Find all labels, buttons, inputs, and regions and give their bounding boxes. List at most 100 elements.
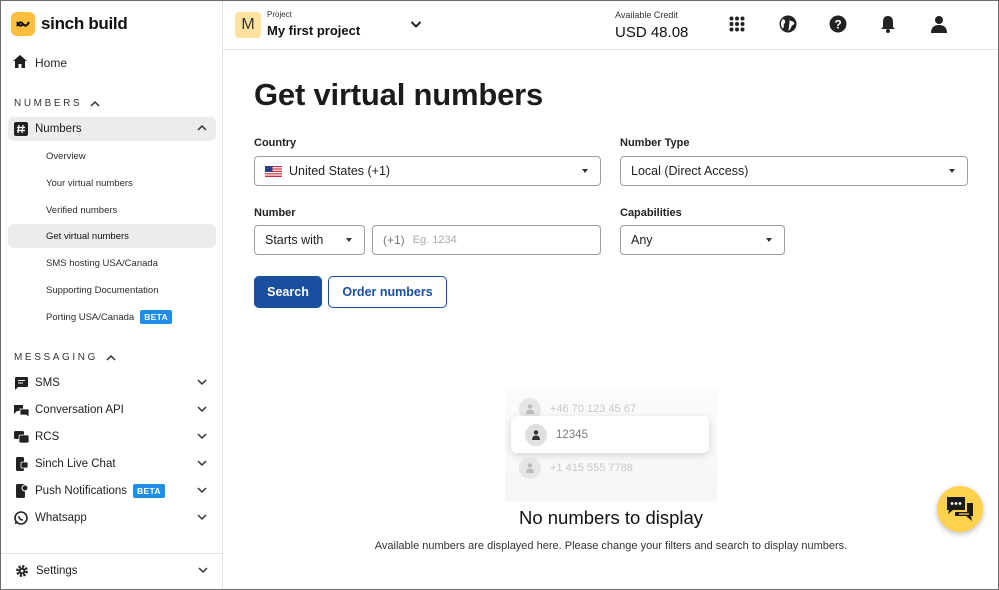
chevron-down-icon [197,406,207,413]
project-avatar: M [235,12,261,38]
caret-down-icon [346,238,352,242]
svg-text:?: ? [834,18,841,32]
illustration-number: 12345 [556,428,588,441]
user-account-icon[interactable] [929,14,949,34]
message-icon [13,375,29,391]
sidebar-item-push-notifications[interactable]: Push Notifications BETA [8,479,216,503]
main-content: Get virtual numbers Country United State… [223,51,998,589]
rcs-icon [13,429,29,445]
project-label: Project [267,10,292,19]
caret-down-icon [582,169,588,173]
sidebar-item-label: Overview [46,150,86,162]
sidebar-item-porting[interactable]: Porting USA/Canada BETA [8,305,216,329]
hash-icon [13,121,29,137]
sidebar-item-overview[interactable]: Overview [8,144,216,168]
sidebar-item-get-virtual-numbers[interactable]: Get virtual numbers [8,224,216,248]
empty-state-illustration: +46 70 123 45 67 12345 +1 415 555 7788 [505,389,717,501]
sidebar: sinch build Home NUMBERS Numbers Overvie… [1,1,223,589]
capabilities-label: Capabilities [620,207,682,219]
top-bar: M Project My first project Available Cre… [223,1,998,50]
number-match-select[interactable]: Starts with [254,225,365,255]
help-icon[interactable]: ? [828,14,848,34]
project-name: My first project [267,23,361,38]
illustration-row: +1 415 555 7788 [515,456,707,480]
sidebar-item-label: Whatsapp [35,512,87,524]
brand-name: sinch build [41,14,128,33]
country-code-prefix: (+1) [383,233,405,247]
sidebar-item-numbers[interactable]: Numbers [8,117,216,141]
chevron-down-icon [197,514,207,521]
illustration-number: +1 415 555 7788 [550,462,633,474]
person-icon [525,423,547,446]
sidebar-item-sms-hosting[interactable]: SMS hosting USA/Canada [8,251,216,275]
illustration-number: +46 70 123 45 67 [550,403,636,415]
brand-logo[interactable]: sinch build [11,12,128,36]
number-search-input[interactable]: (+1) Eg. 1234 [372,225,601,255]
number-label: Number [254,207,296,219]
sidebar-item-whatsapp[interactable]: Whatsapp [8,506,216,530]
sidebar-item-settings[interactable]: Settings [9,559,217,583]
globe-icon[interactable] [778,14,798,34]
sidebar-item-label: Conversation API [35,404,124,416]
sidebar-item-rcs[interactable]: RCS [8,425,216,449]
beta-badge: BETA [140,310,172,324]
apps-grid-icon[interactable] [727,14,747,34]
search-button[interactable]: Search [254,276,322,308]
capabilities-select[interactable]: Any [620,225,785,255]
app-window: sinch build Home NUMBERS Numbers Overvie… [0,0,999,590]
number-type-value: Local (Direct Access) [631,164,749,178]
sidebar-item-home[interactable]: Home [13,53,67,73]
live-chat-icon [13,456,29,472]
empty-state-description: Available numbers are displayed here. Pl… [374,540,848,552]
sidebar-item-label: Sinch Live Chat [35,458,116,470]
caret-down-icon [766,238,772,242]
chevron-up-icon [197,124,207,131]
whatsapp-icon [13,510,29,526]
section-title: NUMBERS [14,98,83,109]
sidebar-item-label: Verified numbers [46,204,118,216]
sidebar-item-label: Your virtual numbers [46,177,133,189]
capabilities-value: Any [631,233,653,247]
section-header-numbers[interactable]: NUMBERS [14,98,100,109]
chevron-down-icon [198,567,208,574]
sidebar-item-your-virtual-numbers[interactable]: Your virtual numbers [8,171,216,195]
sidebar-item-verified-numbers[interactable]: Verified numbers [8,198,216,222]
chevron-down-icon [197,433,207,440]
credit-label: Available Credit [615,10,678,20]
credit-value: USD 48.08 [615,24,689,41]
section-header-messaging[interactable]: MESSAGING [14,352,116,363]
conversation-icon [13,402,29,418]
sidebar-item-label: Get virtual numbers [46,230,129,242]
sidebar-item-sinch-live-chat[interactable]: Sinch Live Chat [8,452,216,476]
illustration-card: 12345 [511,416,709,453]
bell-icon[interactable] [878,14,898,34]
sidebar-item-supporting-documentation[interactable]: Supporting Documentation [8,278,216,302]
gear-icon [14,563,30,579]
person-icon [519,457,541,479]
chevron-up-icon [106,354,116,361]
country-value: United States (+1) [289,164,391,178]
chat-support-button[interactable] [937,486,983,532]
sidebar-item-label: Push Notifications [35,485,128,497]
sidebar-item-label: Porting USA/Canada [46,311,135,323]
sidebar-item-label: Numbers [35,123,82,135]
sidebar-item-label: SMS hosting USA/Canada [46,257,158,269]
order-numbers-button[interactable]: Order numbers [328,276,447,308]
number-type-select[interactable]: Local (Direct Access) [620,156,968,186]
sidebar-item-sms[interactable]: SMS [8,371,216,395]
sidebar-footer: Settings [1,553,222,589]
sidebar-item-label: Settings [36,565,78,577]
chevron-down-icon [197,487,207,494]
chat-bubbles-icon [947,497,973,521]
section-title: MESSAGING [14,352,98,363]
country-label: Country [254,137,297,149]
page-title: Get virtual numbers [254,77,544,112]
country-select[interactable]: United States (+1) [254,156,601,186]
us-flag-icon [265,165,282,177]
chevron-down-icon [197,460,207,467]
chevron-down-icon [410,21,422,28]
sidebar-item-label: SMS [35,377,60,389]
sidebar-item-conversation-api[interactable]: Conversation API [8,398,216,422]
push-notification-icon [13,483,29,499]
home-icon [13,55,27,71]
